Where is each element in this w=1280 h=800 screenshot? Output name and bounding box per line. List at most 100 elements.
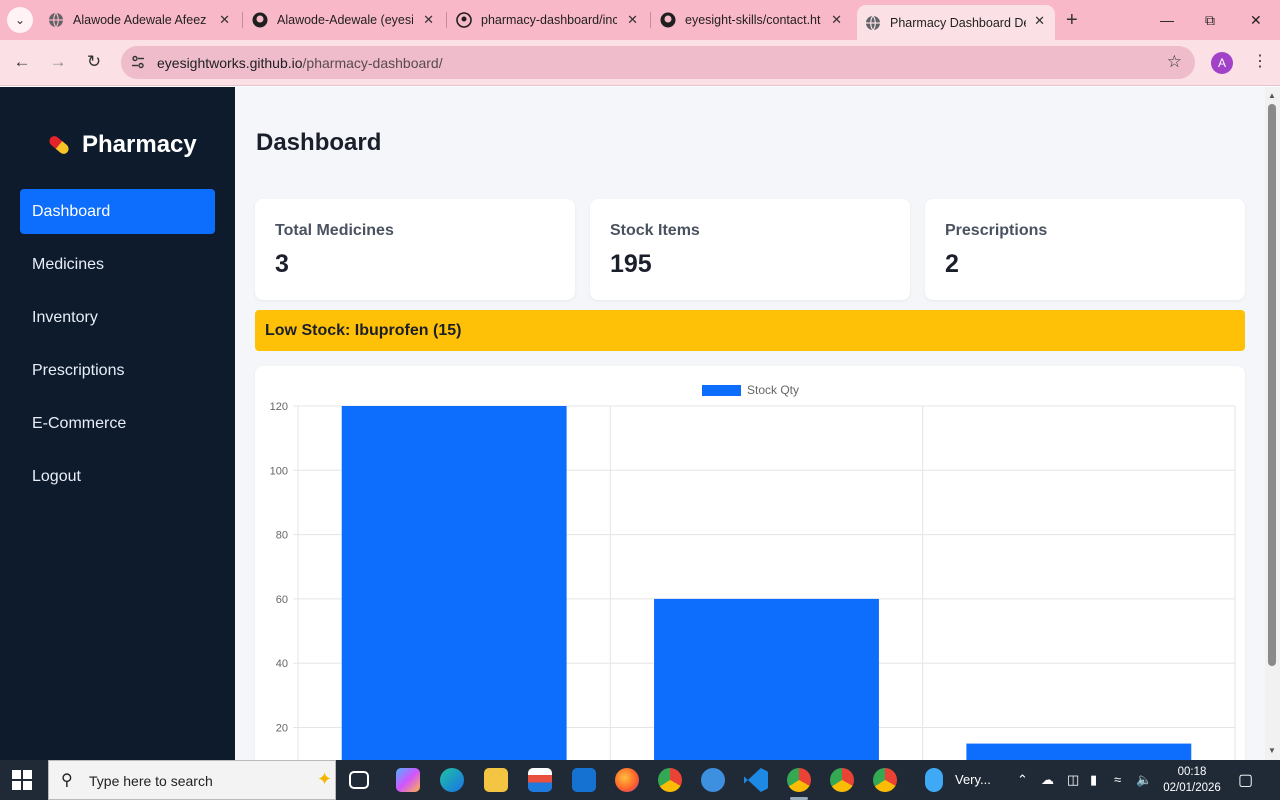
page-scrollbar[interactable]: ▲ ▼ xyxy=(1265,87,1280,760)
browser-tab-active[interactable]: Pharmacy Dashboard De ✕ xyxy=(857,5,1055,40)
reload-icon[interactable]: ↻ xyxy=(83,52,105,72)
browser-tab[interactable]: pharmacy-dashboard/inc ✕ xyxy=(448,0,648,40)
close-icon[interactable]: ✕ xyxy=(219,12,230,28)
scroll-down-icon[interactable]: ▼ xyxy=(1268,746,1276,755)
chrome-profile-icon[interactable] xyxy=(658,768,682,792)
globe-icon xyxy=(48,12,64,28)
legend-swatch xyxy=(702,385,741,396)
url-path: /pharmacy-dashboard/ xyxy=(302,55,443,71)
windows-start-icon[interactable] xyxy=(12,770,32,790)
outlook-icon[interactable] xyxy=(572,768,596,792)
copilot-icon[interactable] xyxy=(396,768,420,792)
stat-card-prescriptions: Prescriptions 2 xyxy=(925,199,1245,300)
profile-avatar[interactable]: A xyxy=(1211,52,1233,74)
tab-title: Alawode Adewale Afeez | xyxy=(73,13,209,27)
close-icon[interactable]: ✕ xyxy=(831,12,842,28)
site-info-icon[interactable] xyxy=(130,54,146,70)
sidebar-item-medicines[interactable]: Medicines xyxy=(20,242,215,287)
close-window-icon[interactable]: ✕ xyxy=(1250,12,1262,29)
weather-icon[interactable] xyxy=(925,768,943,792)
forward-icon[interactable]: → xyxy=(47,52,69,72)
browser-tab-bar: ⌄ Alawode Adewale Afeez | ✕ Alawode-Adew… xyxy=(0,0,1280,40)
new-tab-icon[interactable]: + xyxy=(1066,10,1078,30)
address-bar[interactable]: eyesightworks.github.io/pharmacy-dashboa… xyxy=(121,46,1195,79)
chevron-up-icon[interactable]: ⌃ xyxy=(1017,772,1028,788)
tab-title: Pharmacy Dashboard De xyxy=(890,15,1026,30)
globe-icon xyxy=(865,15,881,31)
bar-1 xyxy=(341,406,567,760)
page-viewport: Pharmacy Dashboard Medicines Inventory P… xyxy=(0,87,1280,760)
url-text: eyesightworks.github.io/pharmacy-dashboa… xyxy=(157,55,443,71)
stock-chart-card: 20 40 60 80 100 120 Stock Qty xyxy=(255,366,1245,760)
tab-title: Alawode-Adewale (eyesig xyxy=(277,13,413,27)
wifi-icon[interactable]: ≈ xyxy=(1114,772,1121,787)
browser-tab[interactable]: Alawode Adewale Afeez | ✕ xyxy=(40,0,240,40)
pill-icon xyxy=(46,132,72,158)
app-icon[interactable] xyxy=(701,768,725,792)
sidebar-item-label: Dashboard xyxy=(32,202,111,220)
task-view-icon[interactable] xyxy=(349,771,369,789)
legend-label: Stock Qty xyxy=(747,383,799,397)
tab-search-button[interactable]: ⌄ xyxy=(7,7,33,33)
main-content: Dashboard Total Medicines 3 Stock Items … xyxy=(235,87,1265,760)
tab-divider xyxy=(650,12,651,28)
taskbar: ⚲ Type here to search ✦ Very... ⌃ ☁ ◫ ▮ … xyxy=(0,760,1280,800)
store-icon[interactable] xyxy=(528,768,552,792)
chrome-profile-icon[interactable] xyxy=(830,768,854,792)
meet-icon[interactable]: ◫ xyxy=(1067,772,1079,788)
firefox-icon[interactable] xyxy=(615,768,639,792)
github-icon xyxy=(660,12,676,28)
page-title: Dashboard xyxy=(256,129,382,156)
file-explorer-icon[interactable] xyxy=(484,768,508,792)
minimize-icon[interactable]: — xyxy=(1160,12,1174,28)
sidebar-item-label: Medicines xyxy=(32,255,105,273)
brand: Pharmacy xyxy=(46,131,197,159)
more-menu-icon[interactable]: ⋮ xyxy=(1252,51,1268,71)
battery-icon[interactable]: ▮ xyxy=(1090,772,1097,788)
chrome-icon[interactable] xyxy=(787,768,811,792)
edge-icon[interactable] xyxy=(440,768,464,792)
scroll-thumb[interactable] xyxy=(1268,104,1276,666)
github-icon xyxy=(456,12,472,28)
vscode-icon[interactable] xyxy=(744,768,768,792)
stock-bar-chart: 20 40 60 80 100 120 Stock Qty xyxy=(270,383,1236,760)
sidebar-item-ecommerce[interactable]: E-Commerce xyxy=(20,401,215,446)
tab-divider xyxy=(446,12,447,28)
restore-icon[interactable]: ⧉ xyxy=(1205,12,1215,29)
stat-value: 3 xyxy=(275,250,289,278)
chrome-profile-icon[interactable] xyxy=(873,768,897,792)
sidebar-item-label: Inventory xyxy=(32,308,98,326)
sidebar-item-logout[interactable]: Logout xyxy=(20,454,215,499)
sidebar-item-label: Prescriptions xyxy=(32,361,125,379)
bookmark-star-icon[interactable]: ☆ xyxy=(1167,52,1182,72)
taskbar-search[interactable]: ⚲ Type here to search ✦ xyxy=(48,760,336,800)
browser-toolbar: ← → ↻ eyesightworks.github.io/pharmacy-d… xyxy=(0,40,1280,86)
close-icon[interactable]: ✕ xyxy=(627,12,638,28)
y-tick-label: 60 xyxy=(276,594,288,606)
notifications-icon[interactable]: ▢ xyxy=(1238,770,1253,790)
scroll-up-icon[interactable]: ▲ xyxy=(1268,91,1276,100)
volume-icon[interactable]: 🔈 xyxy=(1136,772,1152,788)
y-tick-label: 80 xyxy=(276,530,288,542)
close-icon[interactable]: ✕ xyxy=(1034,13,1045,29)
browser-tab[interactable]: eyesight-skills/contact.ht ✕ xyxy=(652,0,852,40)
browser-tab[interactable]: Alawode-Adewale (eyesig ✕ xyxy=(244,0,444,40)
stat-value: 195 xyxy=(610,250,652,278)
sidebar-item-dashboard[interactable]: Dashboard xyxy=(20,189,215,234)
stat-card-stock-items: Stock Items 195 xyxy=(590,199,910,300)
y-tick-label: 40 xyxy=(276,658,288,670)
system-clock[interactable]: 00:18 02/01/2026 xyxy=(1158,764,1226,796)
sidebar-item-prescriptions[interactable]: Prescriptions xyxy=(20,348,215,393)
sidebar-item-label: Logout xyxy=(32,467,81,485)
back-icon[interactable]: ← xyxy=(11,52,33,72)
stat-label: Total Medicines xyxy=(275,222,394,239)
close-icon[interactable]: ✕ xyxy=(423,12,434,28)
stat-label: Stock Items xyxy=(610,222,700,239)
sidebar-item-inventory[interactable]: Inventory xyxy=(20,295,215,340)
stat-card-total-medicines: Total Medicines 3 xyxy=(255,199,575,300)
bar-3 xyxy=(966,743,1192,760)
weather-text[interactable]: Very... xyxy=(955,772,991,787)
url-host: eyesightworks.github.io xyxy=(157,55,303,71)
onedrive-icon[interactable]: ☁ xyxy=(1041,772,1054,788)
y-tick-label: 120 xyxy=(270,401,288,413)
